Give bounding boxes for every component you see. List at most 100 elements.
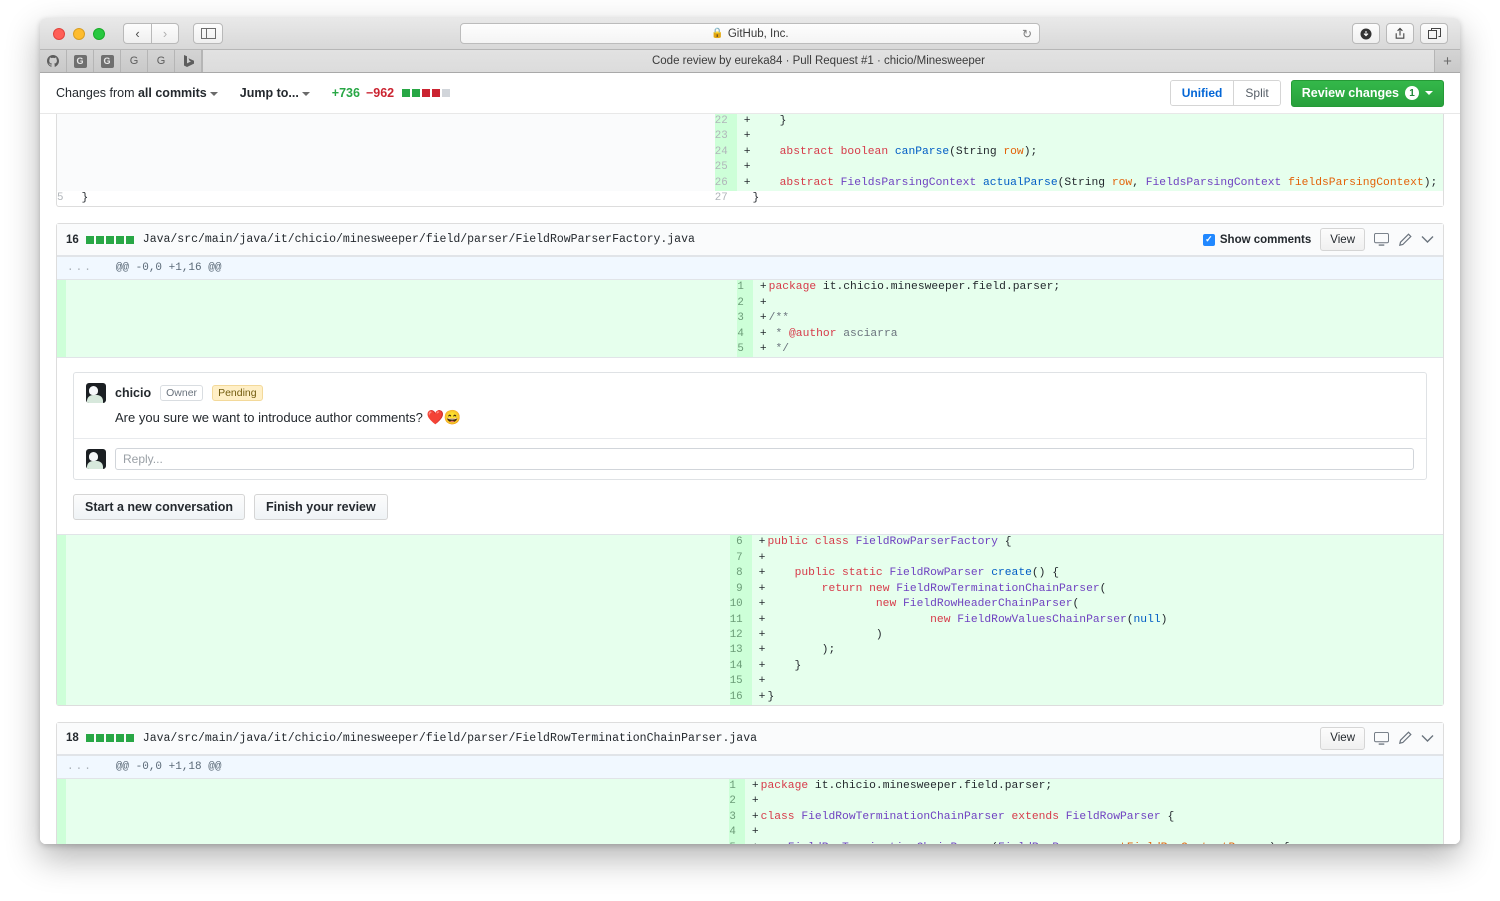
diff-file-partial-top: 22 + } 23 + 24 + abstract boolean canParse(… xyxy=(56,114,1444,208)
line-number-new: 12 xyxy=(729,627,752,644)
address-bar[interactable]: 🔒 GitHub, Inc. ↻ xyxy=(460,23,1040,44)
close-window-button[interactable] xyxy=(53,27,65,40)
toolbar-right-group: Unified Split Review changes 1 xyxy=(1169,79,1444,107)
line-code-old xyxy=(79,175,715,192)
comment-text: Are you sure we want to introduce author… xyxy=(115,410,423,426)
view-file-button[interactable]: View xyxy=(1320,726,1365,750)
review-count-badge: 1 xyxy=(1405,86,1419,100)
line-number-old xyxy=(57,674,66,690)
line-sign-new: + xyxy=(751,627,766,644)
line-number-old xyxy=(57,129,73,145)
hunk-range: @@ -0,0 +1,18 @@ xyxy=(115,760,222,773)
expand-lines-icon[interactable]: ... xyxy=(67,262,93,274)
line-sign-old xyxy=(66,295,73,312)
review-changes-button[interactable]: Review changes 1 xyxy=(1290,79,1444,107)
file-path[interactable]: Java/src/main/java/it/chicio/minesweeper… xyxy=(143,233,695,246)
monitor-icon[interactable] xyxy=(1374,731,1389,745)
favicon-tab-github[interactable] xyxy=(40,50,67,72)
favicon-tab-google-dark-2[interactable]: G xyxy=(94,50,121,72)
tab-split[interactable]: Split xyxy=(1233,81,1280,105)
pencil-icon[interactable] xyxy=(1398,731,1412,745)
line-number-old xyxy=(57,778,66,795)
active-tab-title: Code review by eureka84 · Pull Request #… xyxy=(651,55,986,67)
line-sign-new: + xyxy=(751,612,766,628)
line-number-new: 2 xyxy=(729,794,745,810)
diff-row: 24 + abstract boolean canParse(String row… xyxy=(57,144,1443,161)
diff-file2-body: 1 + package it.chicio.minesweeper.field.pa… xyxy=(57,778,1443,844)
expand-lines-icon[interactable]: ... xyxy=(67,761,93,773)
file-path[interactable]: Java/src/main/java/it/chicio/minesweeper… xyxy=(143,732,757,745)
new-tab-button[interactable]: + xyxy=(1434,50,1460,72)
reply-input[interactable]: Reply... xyxy=(115,448,1414,471)
line-code-new xyxy=(750,160,1443,176)
monitor-icon[interactable] xyxy=(1374,233,1389,247)
hunk-header-1[interactable]: ... @@ -0,0 +1,16 @@ xyxy=(57,256,1443,281)
chevron-down-icon xyxy=(1425,91,1433,95)
diff-row: 22 + } xyxy=(57,114,1443,130)
line-code-new xyxy=(750,129,1443,145)
line-code-new: class FieldRowTerminationChainParser ext… xyxy=(758,809,1443,826)
sidebar-toggle-button[interactable] xyxy=(193,23,223,44)
favicon-tab-google-light-1[interactable]: G xyxy=(121,50,148,72)
minimize-window-button[interactable] xyxy=(73,27,85,40)
line-number-old xyxy=(57,627,66,644)
show-comments-label: Show comments xyxy=(1219,233,1312,246)
comment-body: Are you sure we want to introduce author… xyxy=(74,405,1426,438)
line-sign-old xyxy=(72,144,80,161)
line-sign-old xyxy=(66,627,73,644)
line-sign-old xyxy=(72,114,80,130)
diff-scroll-area[interactable]: 22 + } 23 + 24 + abstract boolean canParse(… xyxy=(40,114,1460,844)
diff-file-field-row-termination-chain-parser: 18 Java/src/main/java/it/chicio/mineswee… xyxy=(56,721,1444,844)
maximize-window-button[interactable] xyxy=(93,27,105,40)
line-number-new: 14 xyxy=(729,658,752,675)
line-code-old xyxy=(73,535,730,551)
line-sign-new: + xyxy=(736,129,751,145)
chevron-down-icon[interactable] xyxy=(1421,734,1434,743)
changes-from-dropdown[interactable]: Changes from all commits xyxy=(56,86,218,100)
start-conversation-button[interactable]: Start a new conversation xyxy=(73,494,245,521)
show-comments-toggle[interactable]: ✓ Show comments xyxy=(1202,233,1312,246)
chevron-down-icon[interactable] xyxy=(1421,235,1434,244)
diff-row: 3 +/** xyxy=(57,311,1443,327)
jump-to-dropdown[interactable]: Jump to... xyxy=(240,86,310,100)
tabs-icon[interactable] xyxy=(1420,23,1448,44)
diff-row: 4 + xyxy=(57,825,1443,841)
forward-button[interactable]: › xyxy=(151,23,179,44)
line-sign-old xyxy=(66,840,73,844)
line-number-old: 5 xyxy=(57,192,64,205)
line-code-old xyxy=(79,129,715,145)
tab-unified[interactable]: Unified xyxy=(1170,81,1234,105)
line-sign-old xyxy=(66,794,73,810)
active-tab[interactable]: Code review by eureka84 · Pull Request #… xyxy=(202,50,1434,72)
diff-row: 11 + new FieldRowValuesChainParser(null) xyxy=(57,612,1443,628)
favicon-tab-google-dark-1[interactable]: G xyxy=(67,50,94,72)
line-number-new: 24 xyxy=(714,144,737,161)
diff-row: 4 + * @author asciarra xyxy=(57,326,1443,343)
reply-row: Reply... xyxy=(74,438,1426,479)
downloads-icon[interactable] xyxy=(1352,23,1380,44)
line-code-old xyxy=(73,674,730,690)
line-code-old: } xyxy=(81,192,89,205)
line-number-old xyxy=(57,342,66,358)
back-button[interactable]: ‹ xyxy=(123,23,151,44)
favicon-tab-bing[interactable] xyxy=(175,50,202,72)
checkbox-icon[interactable]: ✓ xyxy=(1202,233,1215,246)
line-code-old xyxy=(73,581,730,598)
comment-author[interactable]: chicio xyxy=(115,386,151,400)
view-file-button[interactable]: View xyxy=(1320,228,1365,252)
reload-icon[interactable]: ↻ xyxy=(1022,27,1032,41)
line-number-old xyxy=(57,689,66,705)
hunk-header-2[interactable]: ... @@ -0,0 +1,18 @@ xyxy=(57,754,1443,779)
favicon-tab-google-light-2[interactable]: G xyxy=(148,50,175,72)
line-code-old xyxy=(73,326,738,343)
line-number-old xyxy=(57,144,73,161)
finish-review-button[interactable]: Finish your review xyxy=(253,494,388,521)
diff-row: 25 + xyxy=(57,160,1443,176)
diff-row: 14 + } xyxy=(57,658,1443,675)
file-header: 16 Java/src/main/java/it/chicio/mineswee… xyxy=(57,224,1443,257)
line-code-old xyxy=(73,809,730,826)
pencil-icon[interactable] xyxy=(1398,233,1412,247)
diff-row: 2 + xyxy=(57,295,1443,312)
deletions-count: −962 xyxy=(365,86,395,100)
share-icon[interactable] xyxy=(1386,23,1414,44)
